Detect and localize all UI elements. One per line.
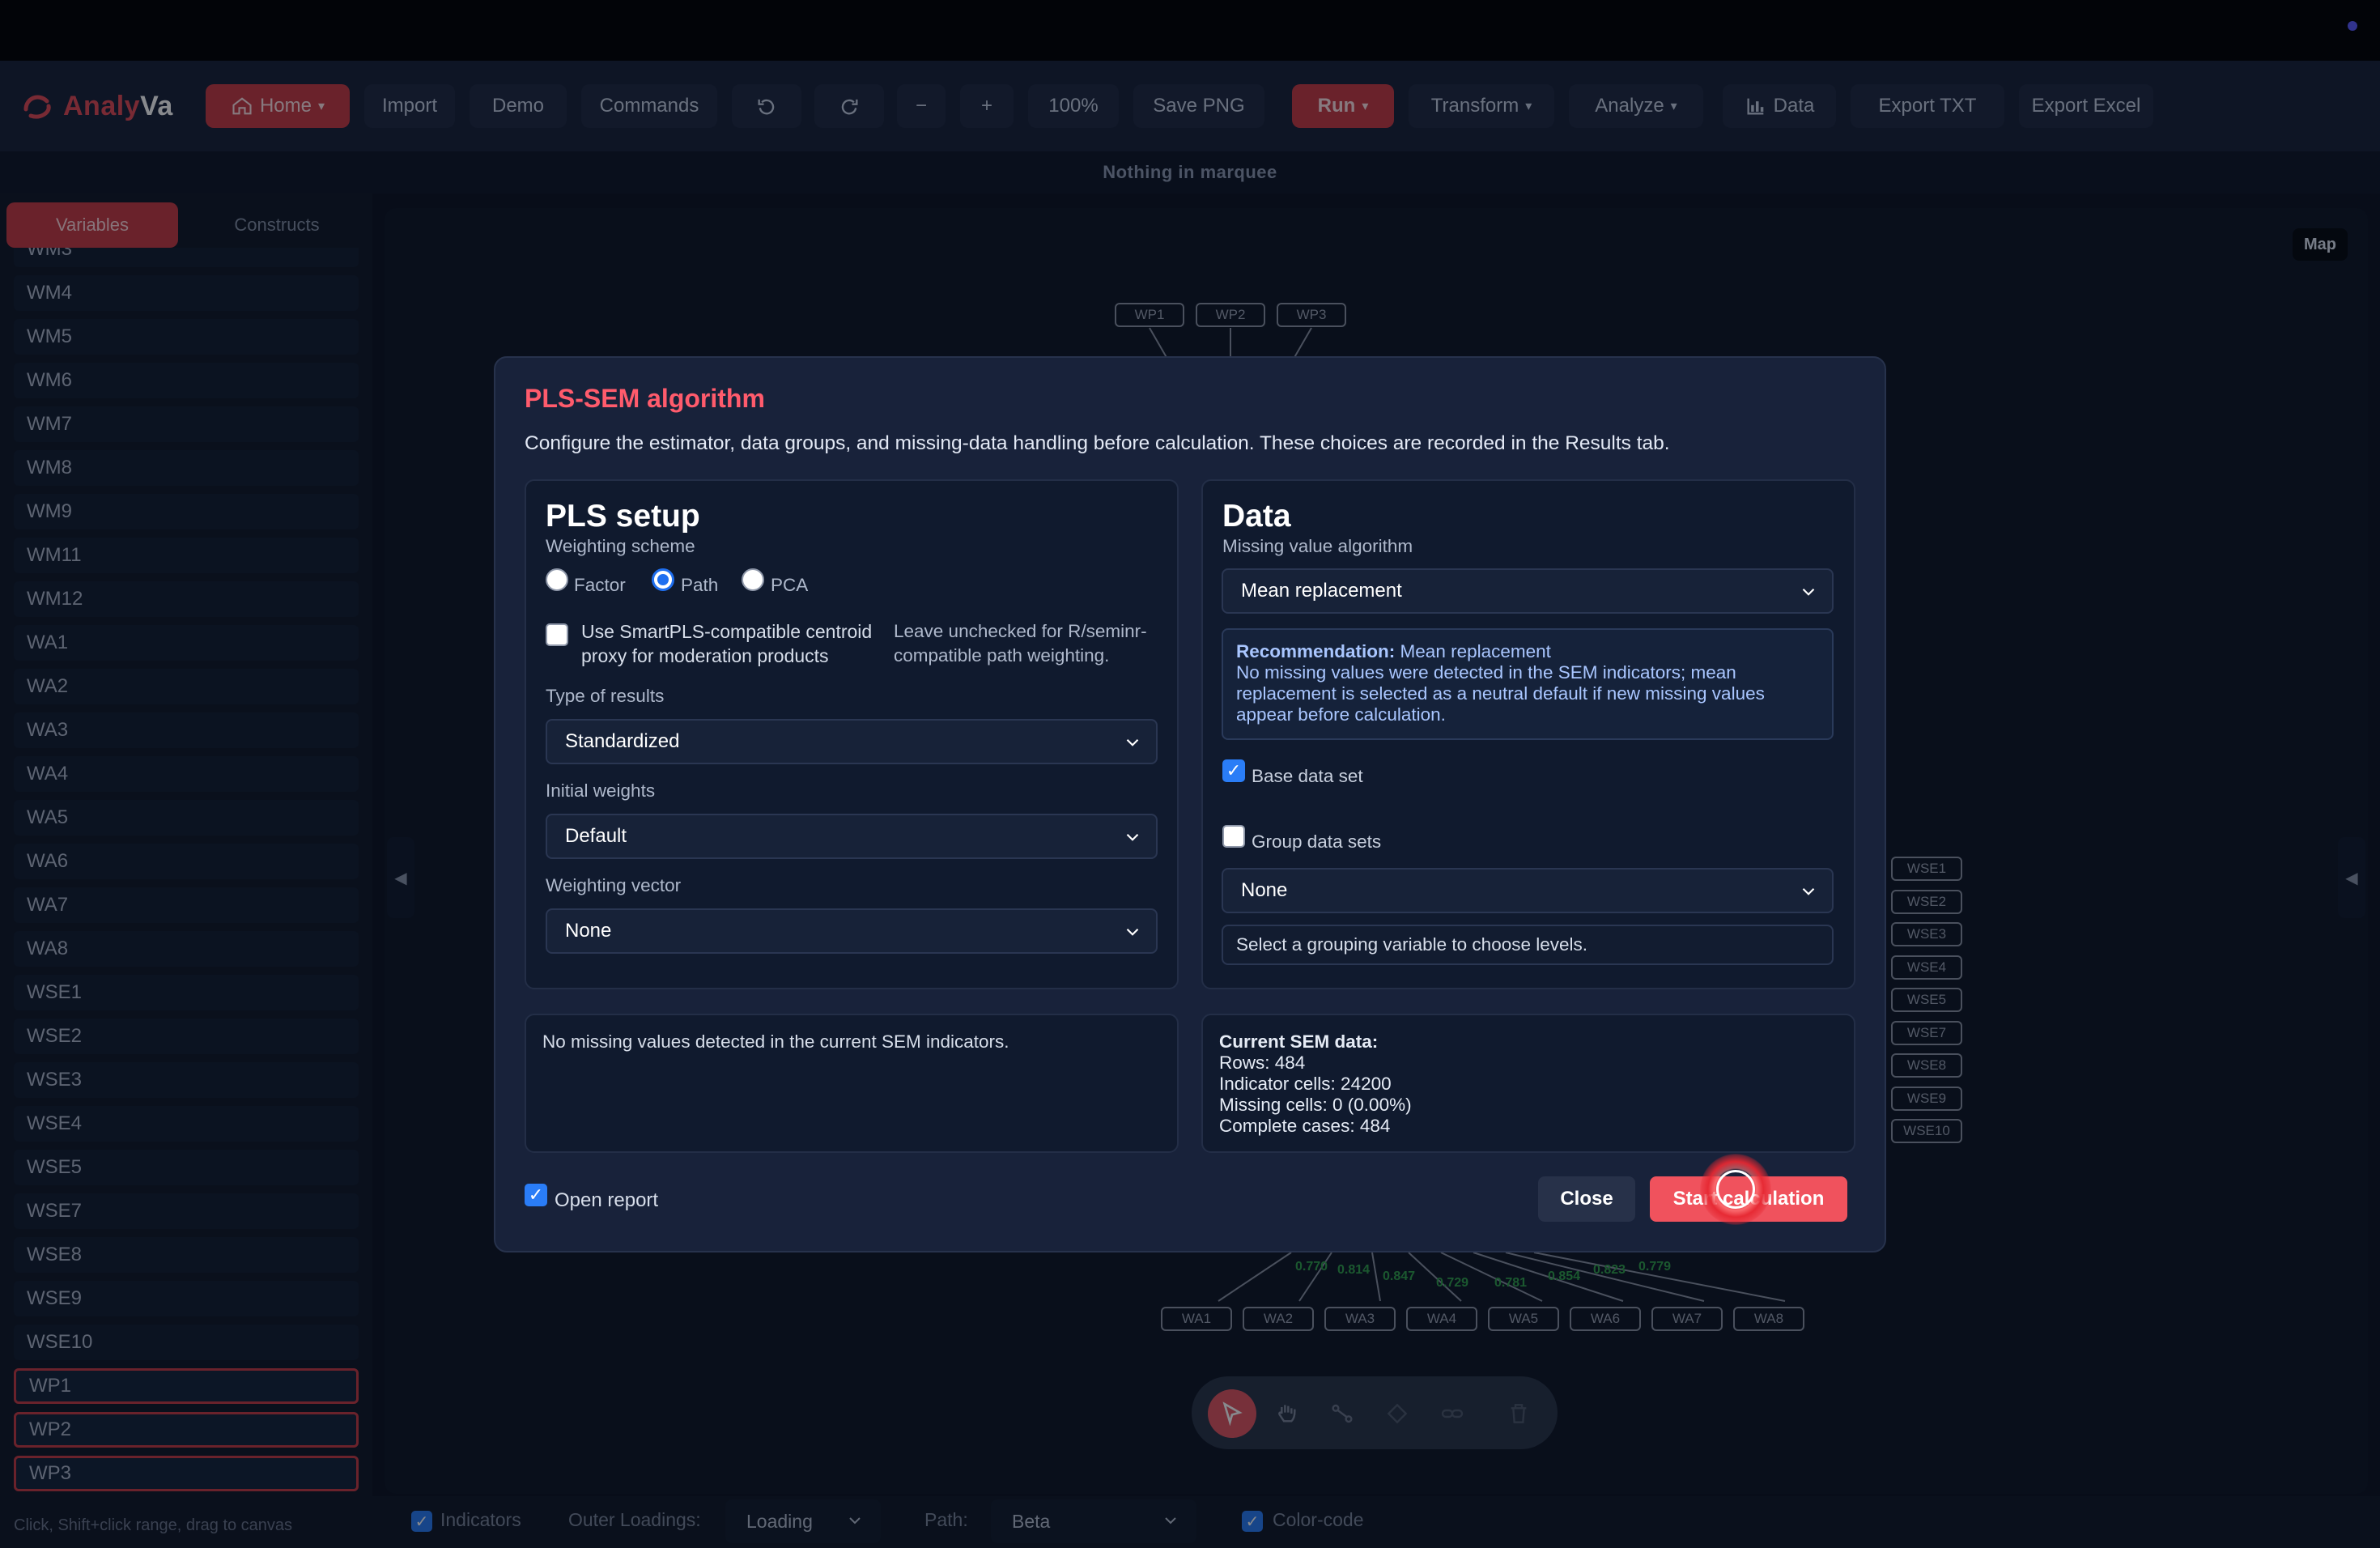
type-of-results-select[interactable]: Standardized xyxy=(546,719,1158,764)
centroid-note-2: compatible path weighting. xyxy=(894,645,1110,666)
cursor-ring-icon xyxy=(1716,1170,1755,1209)
chevron-down-icon xyxy=(1126,928,1139,936)
current-sem-rows: Rows: 484 xyxy=(1219,1053,1306,1073)
weighting-scheme-label: Weighting scheme xyxy=(546,536,695,556)
radio-pca[interactable] xyxy=(742,568,764,591)
current-sem-missing-cells: Missing cells: 0 (0.00%) xyxy=(1219,1095,1412,1115)
current-sem-heading: Current SEM data: xyxy=(1219,1031,1379,1052)
group-levels-hint: Select a grouping variable to choose lev… xyxy=(1222,925,1834,965)
recommendation-text-2: replacement is selected as a neutral def… xyxy=(1236,683,1765,704)
dialog-title: PLS-SEM algorithm xyxy=(525,384,765,413)
current-sem-indicator-cells: Indicator cells: 24200 xyxy=(1219,1074,1392,1094)
radio-path-label: Path xyxy=(681,575,719,595)
centroid-note-1: Leave unchecked for R/seminr- xyxy=(894,621,1147,641)
radio-pca-label: PCA xyxy=(771,575,809,595)
open-report-label: Open report xyxy=(555,1189,659,1211)
open-report-checkbox[interactable]: ✓ xyxy=(525,1184,547,1206)
recommendation-line: Recommendation: Mean replacement xyxy=(1236,641,1551,661)
weighting-vector-label: Weighting vector xyxy=(546,875,682,895)
pls-setup-heading: PLS setup xyxy=(546,499,700,534)
missing-info-text: No missing values detected in the curren… xyxy=(542,1031,1009,1052)
centroid-proxy-label-1: Use SmartPLS-compatible centroid xyxy=(581,621,873,642)
base-data-set-checkbox[interactable]: ✓ xyxy=(1222,759,1245,782)
centroid-proxy-checkbox[interactable] xyxy=(546,623,568,646)
group-data-sets-label: Group data sets xyxy=(1252,831,1382,852)
dialog-description: Configure the estimator, data groups, an… xyxy=(525,432,1670,454)
close-button[interactable]: Close xyxy=(1538,1176,1635,1222)
chevron-down-icon xyxy=(1126,738,1139,746)
chevron-down-icon xyxy=(1126,833,1139,841)
radio-path[interactable] xyxy=(652,568,674,591)
missing-value-select[interactable]: Mean replacement xyxy=(1222,568,1834,614)
initial-weights-select[interactable]: Default xyxy=(546,814,1158,859)
radio-factor[interactable] xyxy=(546,568,568,591)
group-variable-select[interactable]: None xyxy=(1222,868,1834,913)
current-sem-complete-cases: Complete cases: 484 xyxy=(1219,1116,1391,1136)
data-heading: Data xyxy=(1222,499,1291,534)
initial-weights-label: Initial weights xyxy=(546,780,656,801)
chevron-down-icon xyxy=(1802,588,1815,596)
missing-value-label: Missing value algorithm xyxy=(1222,536,1413,556)
type-of-results-label: Type of results xyxy=(546,686,665,706)
group-data-sets-checkbox[interactable] xyxy=(1222,825,1245,848)
recommendation-text-3: appear before calculation. xyxy=(1236,704,1446,725)
centroid-proxy-label-2: proxy for moderation products xyxy=(581,645,829,666)
recommendation-text-1: No missing values were detected in the S… xyxy=(1236,662,1736,683)
weighting-vector-select[interactable]: None xyxy=(546,908,1158,954)
chevron-down-icon xyxy=(1802,887,1815,895)
base-data-set-label: Base data set xyxy=(1252,766,1363,786)
radio-factor-label: Factor xyxy=(574,575,626,595)
